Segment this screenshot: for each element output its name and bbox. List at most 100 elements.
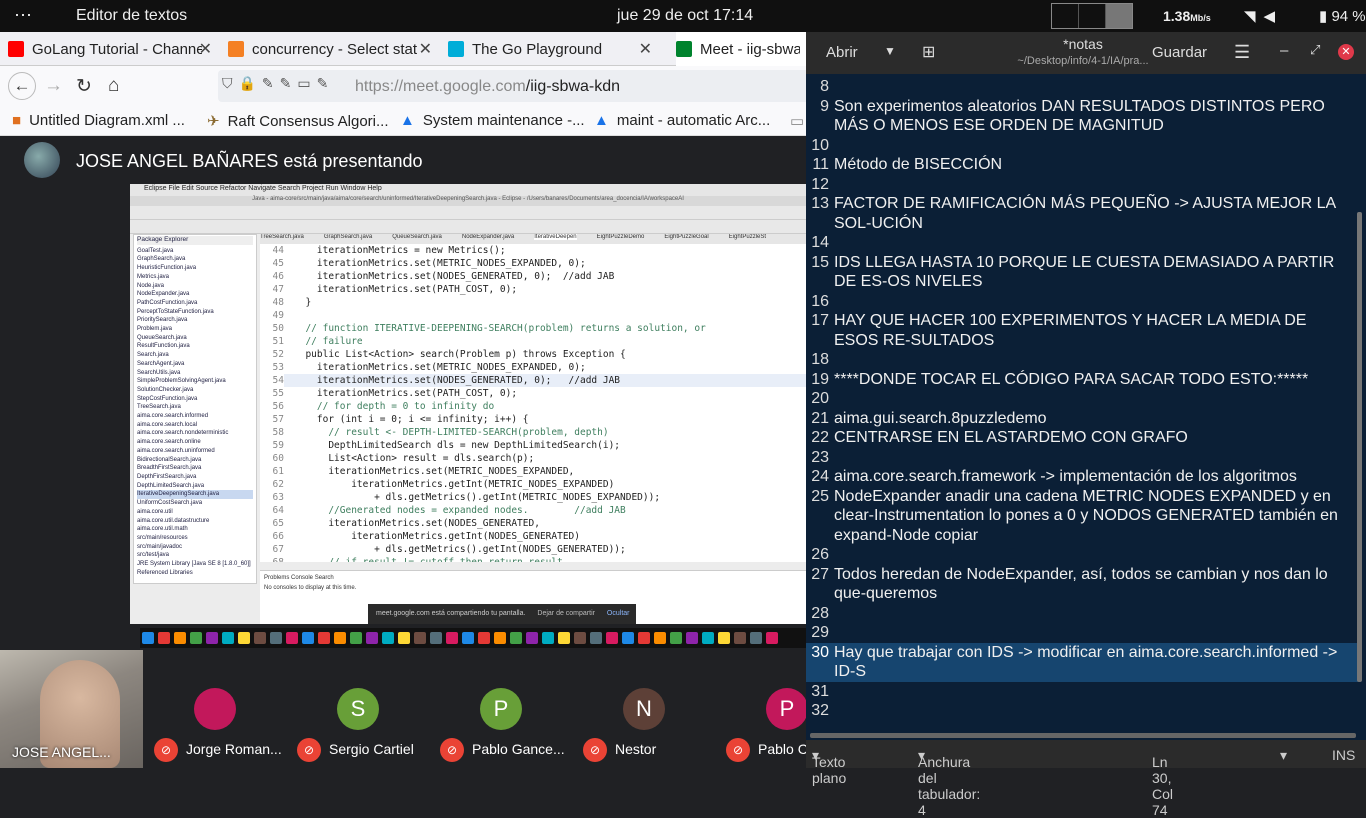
clock[interactable]: jue 29 de oct 17:14 (617, 7, 753, 25)
package-file[interactable]: DepthFirstSearch.java (137, 473, 253, 482)
code-line[interactable]: DepthLimitedSearch dls = new DepthLimite… (294, 439, 620, 452)
code-line[interactable]: iterationMetrics.set(NODES_GENERATED, 0)… (284, 374, 806, 387)
close-tab-icon[interactable]: ✕ (199, 39, 212, 59)
text-line[interactable]: 9 Son experimentos aleatorios DAN RESULTA… (806, 97, 1358, 136)
code-line[interactable]: for (int i = 0; i <= infinity; i++) { (294, 413, 529, 426)
minimize-icon[interactable]: – (1280, 42, 1288, 59)
active-app-name[interactable]: Editor de textos (76, 7, 187, 25)
package-file[interactable]: GoalTest.java (137, 247, 253, 256)
package-file[interactable]: HeuristicFunction.java (137, 264, 253, 273)
horizontal-scrollbar[interactable] (810, 733, 1356, 738)
package-file[interactable]: Node.java (137, 282, 253, 291)
package-file[interactable]: aima.core.util (137, 508, 253, 517)
wifi-icon[interactable]: ◥ (1244, 8, 1264, 25)
code-line[interactable]: iterationMetrics.set(METRIC_NODES_EXPAND… (294, 465, 574, 478)
presenter-camera-tile[interactable]: JOSE ANGEL... (0, 650, 143, 768)
browser-tab[interactable]: The Go Playground ✕ (448, 32, 660, 66)
text-line[interactable]: 18 (806, 350, 1358, 370)
package-file[interactable]: IterativeDeepeningSearch.java (137, 490, 253, 500)
package-file[interactable]: src/test/java (137, 551, 253, 560)
close-tab-icon[interactable]: ✕ (419, 39, 432, 59)
code-line[interactable]: iterationMetrics.set(NODES_GENERATED, (294, 517, 540, 530)
code-line[interactable]: + dls.getMetrics().getInt(NODES_GENERATE… (294, 543, 626, 556)
participant-tile[interactable]: S ⊘ Sergio Cartiel (287, 686, 427, 768)
package-file[interactable]: TreeSearch.java (137, 403, 253, 412)
package-file[interactable]: aima.core.search.nondeterministic (137, 429, 253, 438)
text-line[interactable]: 12 (806, 175, 1358, 195)
text-line[interactable]: 10 (806, 136, 1358, 156)
editor-tab[interactable]: NodeExpander.java (462, 234, 514, 240)
code-line[interactable]: iterationMetrics.set(PATH_COST, 0); (294, 283, 517, 296)
package-file[interactable]: StepCostFunction.java (137, 395, 253, 404)
text-line[interactable]: 31 (806, 682, 1358, 702)
code-line[interactable]: iterationMetrics.set(METRIC_NODES_EXPAND… (294, 257, 586, 270)
back-button[interactable]: ← (8, 72, 36, 100)
code-line[interactable]: // failure (294, 335, 362, 348)
hamburger-menu-icon[interactable]: ☰ (1234, 42, 1250, 63)
text-line[interactable]: 23 (806, 448, 1358, 468)
text-line[interactable]: 14 (806, 233, 1358, 253)
open-button[interactable]: Abrir (826, 44, 858, 61)
package-file[interactable]: UniformCostSearch.java (137, 499, 253, 508)
text-line[interactable]: 25 NodeExpander anadir una cadena METRIC … (806, 487, 1358, 546)
package-file[interactable]: Problem.java (137, 325, 253, 334)
browser-tab[interactable]: Meet - iig-sbwa (676, 32, 806, 66)
text-line[interactable]: 28 (806, 604, 1358, 624)
package-file[interactable]: SolutionChecker.java (137, 386, 253, 395)
editor-tab[interactable]: IterativeDeepen (534, 234, 577, 240)
text-line[interactable]: 8 (806, 77, 1358, 97)
package-file[interactable]: Referenced Libraries (137, 569, 253, 578)
editor-tab[interactable]: QueueSearch.java (392, 234, 442, 240)
editor-tab[interactable]: EightPuzzleGoal (664, 234, 708, 240)
code-line[interactable]: // function ITERATIVE-DEEPENING-SEARCH(p… (294, 322, 705, 335)
package-file[interactable]: aima.core.search.uninformed (137, 447, 253, 456)
vertical-scrollbar[interactable] (1357, 212, 1362, 682)
home-button[interactable]: ⌂ (108, 75, 119, 97)
package-file[interactable]: BreadthFirstSearch.java (137, 464, 253, 473)
package-file[interactable]: src/main/javadoc (137, 543, 253, 552)
package-file[interactable]: JRE System Library [Java SE 8 [1.8.0_60]… (137, 560, 253, 569)
insert-mode[interactable]: INS (1332, 747, 1355, 763)
package-file[interactable]: Search.java (137, 351, 253, 360)
save-button[interactable]: Guardar (1152, 44, 1207, 61)
package-file[interactable]: aima.core.search.informed (137, 412, 253, 421)
package-file[interactable]: SimpleProblemSolvingAgent.java (137, 377, 253, 386)
battery-indicator[interactable]: ▮ 94 % (1319, 7, 1366, 25)
tray-icons[interactable]: ◥◀ (1244, 7, 1283, 25)
text-line[interactable]: 19 ****DONDE TOCAR EL CÓDIGO PARA SACAR T… (806, 370, 1358, 390)
open-dropdown-icon[interactable]: ▼ (884, 44, 896, 58)
package-file[interactable]: GraphSearch.java (137, 255, 253, 264)
code-line[interactable]: // if result != cutoff then return resul… (294, 556, 563, 562)
participant-tile[interactable]: P ⊘ Pablo Gance... (430, 686, 570, 768)
package-file[interactable]: aima.core.search.online (137, 438, 253, 447)
browser-tab[interactable]: concurrency - Select stat ✕ (228, 32, 440, 66)
package-file[interactable]: Metrics.java (137, 273, 253, 282)
code-line[interactable]: //Generated nodes = expanded nodes. //ad… (294, 504, 625, 517)
text-line[interactable]: 16 (806, 292, 1358, 312)
code-line[interactable]: List<Action> result = dls.search(p); (294, 452, 534, 465)
code-line[interactable]: iterationMetrics.set(NODES_GENERATED, 0)… (294, 270, 614, 283)
code-line[interactable]: iterationMetrics.getInt(METRIC_NODES_EXP… (294, 478, 614, 491)
code-line[interactable]: // for depth = 0 to infinity do (294, 400, 494, 413)
editor-tab[interactable]: EightPuzzleSt (729, 234, 766, 240)
reload-button[interactable]: ↻ (76, 75, 92, 98)
package-file[interactable]: SearchAgent.java (137, 360, 253, 369)
text-line[interactable]: 27 Todos heredan de NodeExpander, así, to… (806, 565, 1358, 604)
text-area[interactable]: 8 9 Son experimentos aleatorios DAN RESULT… (806, 74, 1358, 730)
text-line[interactable]: 21 aima.gui.search.8puzzledemo (806, 409, 1358, 429)
forward-button[interactable]: → (44, 75, 63, 97)
text-line[interactable]: 32 (806, 701, 1358, 721)
new-tab-icon[interactable]: ⊞ (922, 42, 935, 62)
site-permission-icons[interactable]: ⛉🔒✎✎▭✎ (222, 75, 334, 92)
code-line[interactable]: iterationMetrics.set(PATH_COST, 0); (294, 387, 517, 400)
text-line[interactable]: 22 CENTRARSE EN EL ASTARDEMO CON GRAFO (806, 428, 1358, 448)
package-file[interactable]: PerceptToStateFunction.java (137, 308, 253, 317)
code-line[interactable]: } (294, 296, 311, 309)
editor-tab[interactable]: TreeSearch.java (260, 234, 304, 240)
bookmark-item[interactable]: ✈ Raft Consensus Algori... (207, 112, 389, 130)
text-line[interactable]: 15 IDS LLEGA HASTA 10 PORQUE LE CUESTA DE… (806, 253, 1358, 292)
close-tab-icon[interactable]: ✕ (639, 39, 652, 59)
participant-tile[interactable]: N ⊘ Nestor (573, 686, 713, 768)
package-file[interactable]: QueueSearch.java (137, 334, 253, 343)
text-line[interactable]: 29 (806, 623, 1358, 643)
